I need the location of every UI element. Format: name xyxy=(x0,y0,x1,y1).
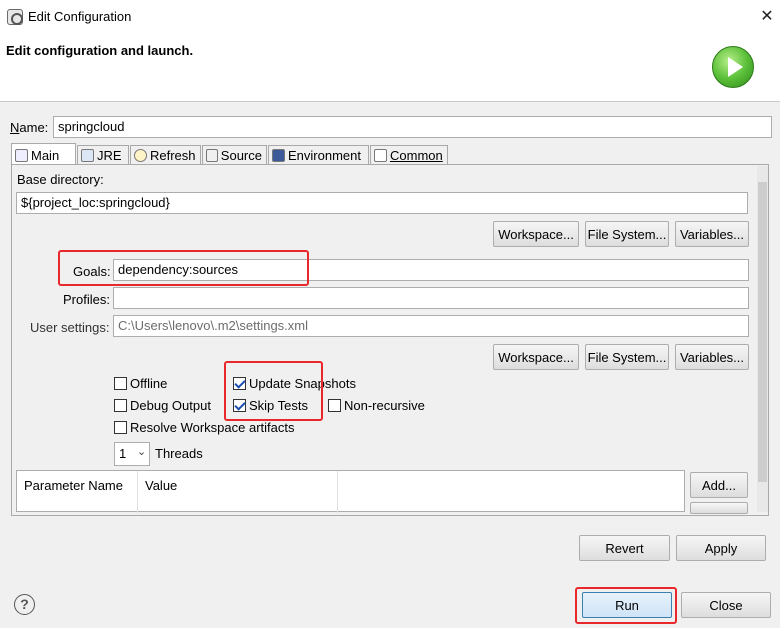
profiles-label: Profiles: xyxy=(63,292,110,307)
resolve-workspace-label: Resolve Workspace artifacts xyxy=(130,420,295,435)
variables-button-2[interactable]: Variables... xyxy=(675,344,749,370)
tab-common[interactable]: Common xyxy=(370,145,448,164)
run-play-icon xyxy=(712,46,754,88)
base-dir-label: Base directory: xyxy=(17,172,104,187)
threads-value: 1 xyxy=(119,446,127,461)
offline-checkbox[interactable] xyxy=(114,377,127,390)
tab-environment-label: Environment xyxy=(288,148,361,163)
skip-tests-checkbox[interactable] xyxy=(233,399,246,412)
refresh-icon xyxy=(134,149,147,162)
column-header-value[interactable]: Value xyxy=(138,471,338,513)
close-icon[interactable]: ✕ xyxy=(756,5,778,29)
add-button[interactable]: Add... xyxy=(690,472,748,498)
base-dir-field[interactable]: ${project_loc:springcloud} xyxy=(16,192,748,214)
tab-source-label: Source xyxy=(220,148,262,163)
file-system-button[interactable]: File System... xyxy=(585,221,669,247)
window-title: Edit Configuration xyxy=(28,9,132,24)
help-icon[interactable]: ? xyxy=(14,594,35,615)
column-header-parameter-name[interactable]: Parameter Name xyxy=(17,471,138,513)
user-settings-field[interactable]: C:\Users\lenovo\.m2\settings.xml xyxy=(113,315,749,337)
update-snapshots-label: Update Snapshots xyxy=(249,376,356,391)
name-field[interactable]: springcloud xyxy=(53,116,772,138)
non-recursive-checkbox[interactable] xyxy=(328,399,341,412)
source-icon xyxy=(206,149,218,162)
edit-button[interactable] xyxy=(690,502,748,514)
tab-refresh-label: Refresh xyxy=(150,148,196,163)
file-system-button-2[interactable]: File System... xyxy=(585,344,669,370)
profiles-field[interactable] xyxy=(113,287,749,309)
jre-icon xyxy=(81,149,94,162)
workspace-button[interactable]: Workspace... xyxy=(493,221,579,247)
goals-field[interactable]: dependency:sources xyxy=(113,259,749,281)
workspace-button-2[interactable]: Workspace... xyxy=(493,344,579,370)
skip-tests-label: Skip Tests xyxy=(249,398,309,413)
update-snapshots-checkbox[interactable] xyxy=(233,377,246,390)
variables-button[interactable]: Variables... xyxy=(675,221,749,247)
resolve-workspace-checkbox[interactable] xyxy=(114,421,127,434)
threads-select[interactable]: 1 ⌄ xyxy=(114,442,150,466)
tab-source[interactable]: Source xyxy=(202,145,267,164)
chevron-down-icon: ⌄ xyxy=(137,446,147,458)
debug-output-label: Debug Output xyxy=(130,398,211,413)
tab-refresh[interactable]: Refresh xyxy=(130,145,201,164)
goals-label: Goals: xyxy=(73,264,111,279)
parameter-table[interactable]: Parameter Name Value xyxy=(16,470,685,513)
tab-main-label: Main xyxy=(31,147,60,163)
run-button[interactable]: Run xyxy=(582,592,672,618)
tab-main[interactable]: Main xyxy=(11,143,76,165)
close-button[interactable]: Close xyxy=(681,592,771,618)
common-icon xyxy=(374,149,387,162)
main-tab-icon xyxy=(15,148,28,162)
threads-label: Threads xyxy=(155,446,203,461)
user-settings-label: User settings: xyxy=(30,320,110,335)
environment-icon xyxy=(272,149,285,162)
name-label: Name: xyxy=(10,120,49,135)
tab-common-label: Common xyxy=(390,148,443,163)
tab-environment[interactable]: Environment xyxy=(268,145,369,164)
debug-output-checkbox[interactable] xyxy=(114,399,127,412)
tab-jre[interactable]: JRE xyxy=(77,145,129,164)
app-icon xyxy=(7,9,23,25)
non-recursive-label: Non-recursive xyxy=(344,398,425,413)
header-title: Edit configuration and launch. xyxy=(6,43,194,58)
revert-button[interactable]: Revert xyxy=(579,535,670,561)
apply-button[interactable]: Apply xyxy=(676,535,766,561)
tab-jre-label: JRE xyxy=(97,148,122,163)
offline-label: Offline xyxy=(130,376,168,391)
scrollbar-thumb[interactable] xyxy=(758,182,767,482)
